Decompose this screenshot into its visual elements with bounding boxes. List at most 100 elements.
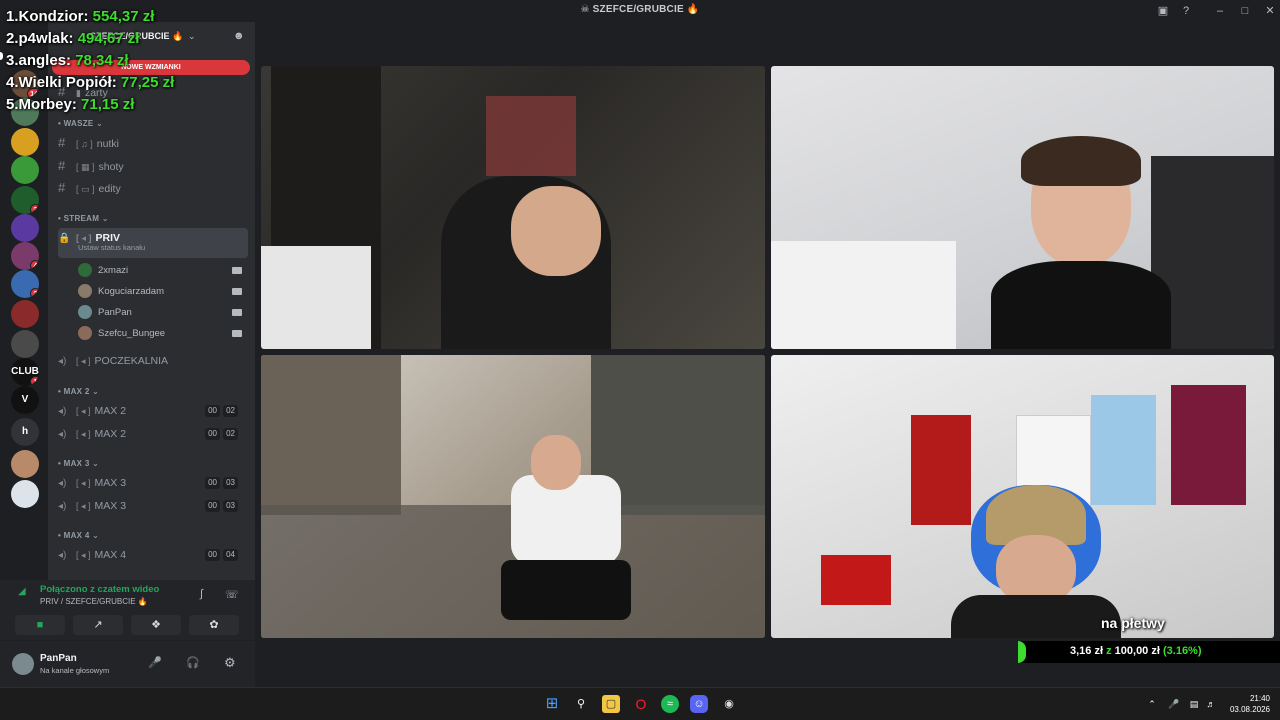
- voice-channel-max3[interactable]: ◂) [ ◂ ] MAX 3 00 03: [58, 473, 248, 493]
- spotify-icon[interactable]: ≈: [661, 695, 679, 713]
- voice-member[interactable]: PanPan: [78, 304, 248, 322]
- video-tile-3[interactable]: [261, 355, 765, 638]
- category-wasze[interactable]: • WASZE ⌄: [58, 119, 103, 128]
- obs-icon[interactable]: ◉: [720, 695, 738, 713]
- minimize-icon[interactable]: –: [1212, 3, 1228, 19]
- network-icon[interactable]: ▤: [1188, 695, 1200, 713]
- video-tile-2[interactable]: [771, 66, 1274, 349]
- clock-date: 03.08.2026: [1229, 705, 1270, 714]
- clock[interactable]: 21:40 03.08.2026: [1230, 693, 1270, 715]
- channel-label: POCZEKALNIA: [94, 355, 169, 367]
- maximize-icon[interactable]: □: [1237, 3, 1253, 19]
- server-icon[interactable]: [11, 300, 39, 328]
- server-icon[interactable]: [11, 450, 39, 478]
- video-frame-region: [501, 560, 631, 620]
- windows-start-icon[interactable]: ⊞: [543, 695, 561, 713]
- discord-icon[interactable]: ☺: [690, 695, 708, 713]
- goal-percent: (3.16%): [1162, 645, 1202, 657]
- server-icon[interactable]: CLUB 1: [11, 358, 39, 386]
- leaderboard-row: 1.Kondzior: 554,37 zł: [6, 8, 154, 26]
- opera-gx-icon[interactable]: O: [632, 695, 650, 713]
- notification-badge: 2: [30, 288, 39, 298]
- server-icon[interactable]: h: [11, 418, 39, 446]
- tray-mic-icon[interactable]: 🎤: [1168, 695, 1180, 713]
- clock-time: 21:40: [1249, 694, 1270, 703]
- voice-member[interactable]: Koguciarzadam: [78, 283, 248, 301]
- server-label: h: [21, 426, 29, 437]
- leaderboard-amount: 71,15 zł: [81, 96, 135, 113]
- camera-button[interactable]: ■: [15, 615, 65, 635]
- volume-icon[interactable]: ♬: [1205, 695, 1217, 713]
- avatar[interactable]: [12, 653, 34, 675]
- leaderboard-row: 4.Wielki Popiół: 77,25 zł: [6, 74, 174, 92]
- leaderboard-name: angles:: [18, 52, 72, 69]
- video-frame-region: [1171, 385, 1246, 505]
- notification-badge: 4: [30, 260, 39, 270]
- server-icon[interactable]: [11, 214, 39, 242]
- screen-share-button[interactable]: ↗: [73, 615, 123, 635]
- voice-channel-max3[interactable]: ◂) [ ◂ ] MAX 3 00 03: [58, 496, 248, 516]
- server-icon[interactable]: V: [11, 386, 39, 414]
- channel-nutki[interactable]: # [ ♫ ] nutki: [58, 133, 248, 153]
- server-indicator: [0, 52, 3, 60]
- user-count: 00: [205, 477, 220, 489]
- voice-member[interactable]: 2xmazi: [78, 262, 248, 280]
- leaderboard-name: p4wlak:: [18, 30, 74, 47]
- server-icon[interactable]: [11, 128, 39, 156]
- server-icon[interactable]: [11, 330, 39, 358]
- headphones-icon[interactable]: 🎧: [186, 656, 200, 669]
- server-icon[interactable]: 2: [11, 270, 39, 298]
- close-icon[interactable]: ✕: [1262, 3, 1278, 19]
- server-icon[interactable]: [11, 156, 39, 184]
- voice-member[interactable]: Szefcu_Bungee: [78, 325, 248, 343]
- voice-channel-max4[interactable]: ◂) [ ◂ ] MAX 4 00 04: [58, 545, 248, 565]
- soundboard-button[interactable]: ✿: [189, 615, 239, 635]
- voice-channel-poczekalnia[interactable]: ◂) [ ◂ ] POCZEKALNIA: [58, 351, 248, 371]
- category-label: WASZE: [63, 119, 94, 128]
- leaderboard-rank: 2.: [6, 30, 19, 47]
- video-tile-4[interactable]: [771, 355, 1274, 638]
- speaker-icon: [ ◂ ]: [76, 406, 91, 416]
- category-stream[interactable]: • STREAM ⌄: [58, 214, 109, 223]
- inbox-icon[interactable]: ▣: [1155, 3, 1171, 19]
- goal-current: 3,16 zł: [1070, 645, 1104, 657]
- chevron-down-icon[interactable]: ⌄: [188, 31, 196, 42]
- server-icon[interactable]: 3: [11, 186, 39, 214]
- leaderboard-name: Morbey:: [18, 96, 77, 113]
- file-explorer-icon[interactable]: ▢: [602, 695, 620, 713]
- help-icon[interactable]: ?: [1178, 3, 1194, 19]
- voice-channel-max2[interactable]: ◂) [ ◂ ] MAX 2 00 02: [58, 401, 248, 421]
- user-limit: 02: [223, 405, 238, 417]
- user-limit: 03: [223, 500, 238, 512]
- voice-location[interactable]: PRIV / SZEFCE/GRUBCIE 🔥: [40, 597, 148, 606]
- microphone-icon[interactable]: 🎤: [148, 656, 162, 669]
- noise-suppression-icon[interactable]: ∫: [200, 588, 203, 600]
- video-frame-region: [1021, 136, 1141, 186]
- leaderboard-rank: 4.: [6, 74, 19, 91]
- category-max4[interactable]: • MAX 4 ⌄: [58, 531, 99, 540]
- channel-status[interactable]: Ustaw status kanału: [78, 243, 145, 252]
- video-tile-1[interactable]: [261, 66, 765, 349]
- disconnect-icon[interactable]: ☏: [225, 588, 239, 601]
- channel-label: MAX 3: [94, 477, 127, 489]
- settings-gear-icon[interactable]: ⚙: [224, 655, 236, 671]
- channel-shoty[interactable]: # [ ▦ ] shoty: [58, 156, 248, 176]
- channel-edity[interactable]: # [ ▭ ] edity: [58, 178, 248, 198]
- category-max3[interactable]: • MAX 3 ⌄: [58, 459, 99, 468]
- member-name: PanPan: [98, 307, 132, 318]
- notification-badge: 3: [30, 204, 39, 214]
- activities-button[interactable]: ❖: [131, 615, 181, 635]
- category-max2[interactable]: • MAX 2 ⌄: [58, 387, 99, 396]
- server-icon[interactable]: [11, 480, 39, 508]
- member-name: 2xmazi: [98, 265, 129, 276]
- user-name[interactable]: PanPan: [40, 653, 77, 664]
- voice-channel-priv[interactable]: 🔒[ ◂ ] PRIV Ustaw status kanału: [58, 228, 248, 258]
- voice-channel-max2[interactable]: ◂) [ ◂ ] MAX 2 00 02: [58, 424, 248, 444]
- signal-icon[interactable]: ◢: [18, 586, 26, 597]
- search-icon[interactable]: ⚲: [572, 695, 590, 713]
- goal-target: 100,00 zł: [1114, 645, 1160, 657]
- server-icon[interactable]: 4: [11, 242, 39, 270]
- member-name: Koguciarzadam: [98, 286, 165, 297]
- add-user-icon[interactable]: ☻: [233, 30, 245, 42]
- tray-chevron-icon[interactable]: ⌃: [1145, 695, 1159, 713]
